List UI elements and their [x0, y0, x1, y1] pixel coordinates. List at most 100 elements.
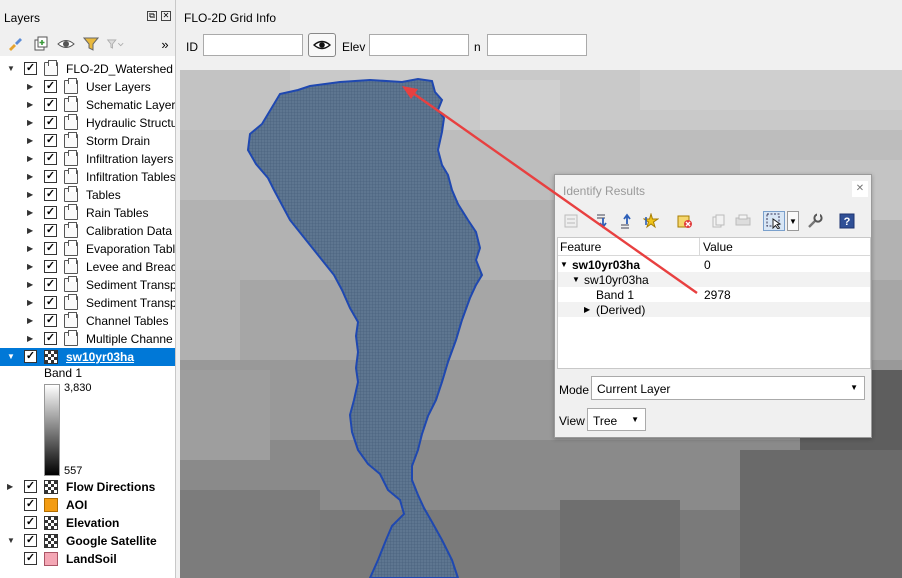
- layer-item-hydraulic[interactable]: ▶ ✓ Hydraulic Structu: [0, 114, 175, 132]
- result-row[interactable]: ▶ (Derived): [558, 302, 870, 317]
- result-row[interactable]: ▼ sw10yr03ha 0: [558, 257, 870, 272]
- expand-all-icon[interactable]: [593, 211, 613, 231]
- layer-item-infiltration-layers[interactable]: ▶ ✓ Infiltration layers: [0, 150, 175, 168]
- close-dialog-button[interactable]: ✕: [852, 181, 868, 197]
- expand-arrow-icon[interactable]: ▼: [7, 352, 15, 362]
- clear-results-icon[interactable]: [675, 211, 695, 231]
- layer-checkbox[interactable]: ✓: [44, 188, 57, 201]
- layer-checkbox[interactable]: ✓: [44, 152, 57, 165]
- layer-checkbox[interactable]: ✓: [44, 116, 57, 129]
- collapsed-arrow-icon[interactable]: ▶: [27, 316, 35, 326]
- collapsed-arrow-icon[interactable]: ▶: [27, 334, 35, 344]
- layer-checkbox[interactable]: ✓: [44, 242, 57, 255]
- layer-item-flow-directions[interactable]: ▶ ✓ Flow Directions: [0, 478, 175, 496]
- collapsed-arrow-icon[interactable]: ▶: [27, 136, 35, 146]
- identify-select-icon[interactable]: [763, 211, 785, 231]
- collapsed-arrow-icon[interactable]: ▶: [584, 305, 590, 314]
- feature-column-header[interactable]: Feature: [560, 240, 601, 254]
- layer-item-multiple-channel[interactable]: ▶ ✓ Multiple Channe: [0, 330, 175, 348]
- expand-arrow-icon[interactable]: ▼: [572, 275, 580, 284]
- collapsed-arrow-icon[interactable]: ▶: [27, 244, 35, 254]
- expand-arrow-icon[interactable]: ▼: [560, 260, 568, 269]
- layer-checkbox[interactable]: ✓: [24, 516, 37, 529]
- layer-item-infiltration-tables[interactable]: ▶ ✓ Infiltration Tables: [0, 168, 175, 186]
- result-row[interactable]: Band 1 2978: [558, 287, 870, 302]
- filter-icon[interactable]: [82, 35, 100, 53]
- layer-checkbox[interactable]: ✓: [44, 332, 57, 345]
- collapsed-arrow-icon[interactable]: ▶: [27, 262, 35, 272]
- layer-item-flo2d-watershed[interactable]: ▼ ✓ FLO-2D_Watershed M: [0, 60, 175, 78]
- float-panel-button[interactable]: ⧉: [147, 11, 157, 21]
- layer-item-aoi[interactable]: ✓ AOI: [0, 496, 175, 514]
- layer-checkbox[interactable]: ✓: [44, 296, 57, 309]
- eye-button[interactable]: [308, 33, 336, 57]
- expand-arrow-icon[interactable]: ▼: [7, 536, 15, 546]
- layer-checkbox[interactable]: ✓: [44, 224, 57, 237]
- collapsed-arrow-icon[interactable]: ▶: [7, 482, 15, 492]
- help-icon[interactable]: ?: [837, 211, 857, 231]
- elev-input[interactable]: [369, 34, 469, 56]
- layer-item-rain-tables[interactable]: ▶ ✓ Rain Tables: [0, 204, 175, 222]
- mode-select[interactable]: Current Layer ▼: [591, 376, 865, 400]
- layer-checkbox[interactable]: ✓: [44, 98, 57, 111]
- dropdown-icon[interactable]: ▼: [787, 211, 799, 231]
- layer-item-calibration[interactable]: ▶ ✓ Calibration Data: [0, 222, 175, 240]
- layer-item-google-satellite[interactable]: ▼ ✓ Google Satellite: [0, 532, 175, 550]
- layer-checkbox[interactable]: ✓: [24, 480, 37, 493]
- collapsed-arrow-icon[interactable]: ▶: [27, 280, 35, 290]
- layer-item-storm-drain[interactable]: ▶ ✓ Storm Drain: [0, 132, 175, 150]
- layer-item-sw10yr03ha[interactable]: ▼ ✓ sw10yr03ha: [0, 348, 175, 366]
- layer-item-user-layers[interactable]: ▶ ✓ User Layers: [0, 78, 175, 96]
- layer-checkbox[interactable]: ✓: [24, 350, 37, 363]
- expand-new-icon[interactable]: [641, 211, 661, 231]
- layer-checkbox[interactable]: ✓: [44, 80, 57, 93]
- settings-icon[interactable]: [805, 211, 825, 231]
- close-panel-button[interactable]: ✕: [161, 11, 171, 21]
- layer-item-levee[interactable]: ▶ ✓ Levee and Breach: [0, 258, 175, 276]
- collapsed-arrow-icon[interactable]: ▶: [27, 172, 35, 182]
- expand-more-icon[interactable]: »: [156, 35, 174, 53]
- expand-arrow-icon[interactable]: ▼: [7, 64, 15, 74]
- print-icon[interactable]: [733, 211, 753, 231]
- collapsed-arrow-icon[interactable]: ▶: [27, 82, 35, 92]
- layer-checkbox[interactable]: ✓: [44, 260, 57, 273]
- collapse-all-icon[interactable]: [617, 211, 637, 231]
- layer-item-sediment-1[interactable]: ▶ ✓ Sediment Transp: [0, 276, 175, 294]
- layer-checkbox[interactable]: ✓: [44, 170, 57, 183]
- layer-checkbox[interactable]: ✓: [24, 552, 37, 565]
- layer-item-channel-tables[interactable]: ▶ ✓ Channel Tables: [0, 312, 175, 330]
- layer-item-landsoil[interactable]: ✓ LandSoil: [0, 550, 175, 568]
- value-column-header[interactable]: Value: [703, 240, 733, 254]
- add-group-icon[interactable]: [32, 35, 50, 53]
- layer-checkbox[interactable]: ✓: [44, 314, 57, 327]
- id-input[interactable]: [203, 34, 303, 56]
- column-divider[interactable]: [699, 238, 700, 256]
- layer-checkbox[interactable]: ✓: [24, 534, 37, 547]
- layer-item-evaporation[interactable]: ▶ ✓ Evaporation Table: [0, 240, 175, 258]
- collapsed-arrow-icon[interactable]: ▶: [27, 298, 35, 308]
- layer-item-tables[interactable]: ▶ ✓ Tables: [0, 186, 175, 204]
- layer-label: sw10yr03ha: [66, 350, 135, 364]
- layer-checkbox[interactable]: ✓: [24, 62, 37, 75]
- collapsed-arrow-icon[interactable]: ▶: [27, 118, 35, 128]
- collapsed-arrow-icon[interactable]: ▶: [27, 208, 35, 218]
- filter-legend-icon[interactable]: [106, 35, 124, 53]
- result-row[interactable]: ▼ sw10yr03ha: [558, 272, 870, 287]
- layer-item-schematic[interactable]: ▶ ✓ Schematic Layers: [0, 96, 175, 114]
- collapsed-arrow-icon[interactable]: ▶: [27, 154, 35, 164]
- eye-icon[interactable]: [57, 35, 75, 53]
- n-input[interactable]: [487, 34, 587, 56]
- collapsed-arrow-icon[interactable]: ▶: [27, 190, 35, 200]
- layer-checkbox[interactable]: ✓: [44, 278, 57, 291]
- layer-item-elevation[interactable]: ✓ Elevation: [0, 514, 175, 532]
- layer-checkbox[interactable]: ✓: [44, 134, 57, 147]
- layer-checkbox[interactable]: ✓: [44, 206, 57, 219]
- view-select[interactable]: Tree ▼: [587, 408, 646, 431]
- layer-checkbox[interactable]: ✓: [24, 498, 37, 511]
- copy-icon[interactable]: [709, 211, 729, 231]
- layer-item-sediment-2[interactable]: ▶ ✓ Sediment Transp: [0, 294, 175, 312]
- expand-tree-icon[interactable]: [561, 211, 581, 231]
- collapsed-arrow-icon[interactable]: ▶: [27, 100, 35, 110]
- collapsed-arrow-icon[interactable]: ▶: [27, 226, 35, 236]
- paint-brush-icon[interactable]: [6, 35, 24, 53]
